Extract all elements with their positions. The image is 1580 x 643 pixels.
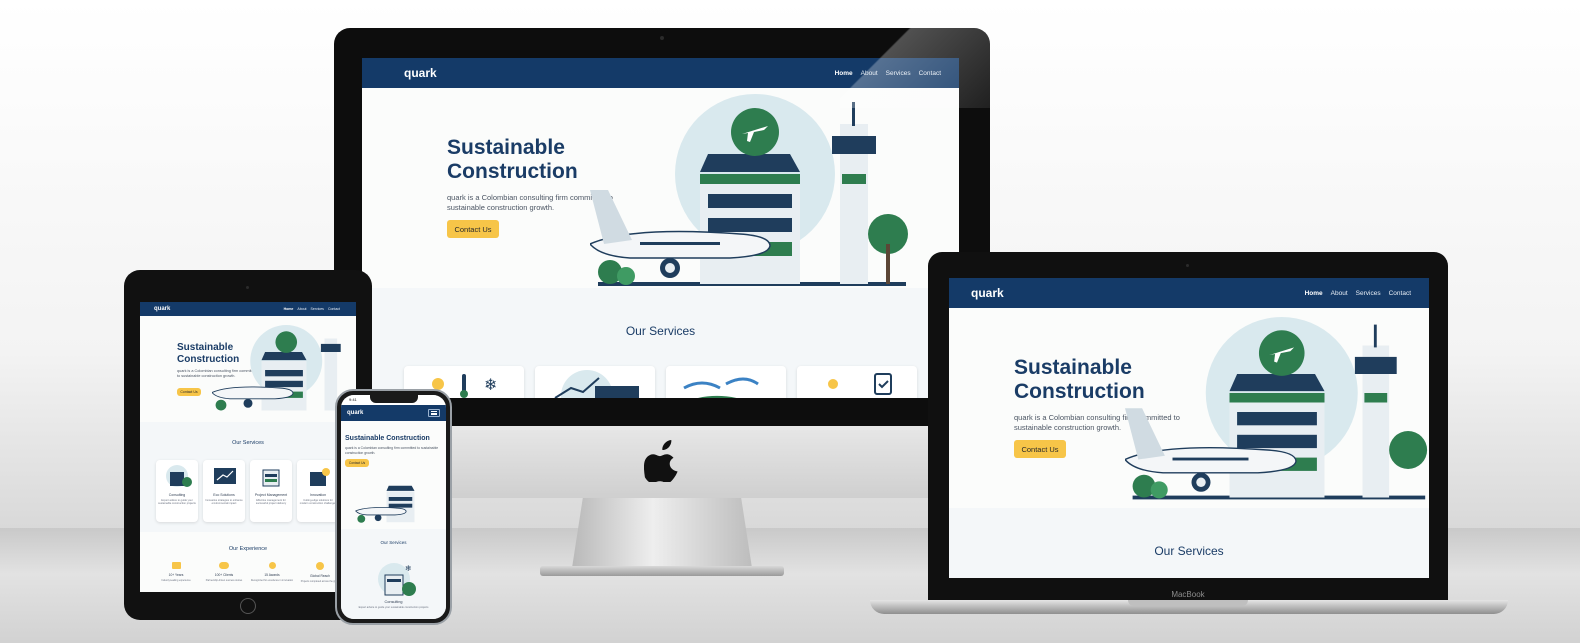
innovation-building-icon	[310, 468, 330, 486]
nav-services[interactable]: Services	[311, 307, 324, 311]
services-title: Our Services	[232, 440, 264, 446]
site-logo[interactable]: quark	[971, 286, 1004, 300]
tablet-home-button	[240, 598, 256, 614]
hero-airport-illustration	[1125, 317, 1428, 500]
eco-building-icon: ❄	[378, 563, 416, 596]
site-logo[interactable]: quark	[347, 410, 363, 416]
imac-stand	[572, 498, 752, 568]
services-title: Our Services	[625, 324, 696, 338]
website-tablet: quark Home About Services Contact Sustai…	[140, 302, 356, 592]
experience-title: Our Experience	[228, 546, 268, 552]
service-card[interactable]: Eco Solutions Innovative strategies to e…	[203, 460, 245, 522]
building-icon	[262, 469, 280, 487]
nav-about[interactable]: About	[861, 70, 878, 77]
hero-airport-illustration	[355, 485, 415, 523]
services-title: Our Services	[1154, 544, 1224, 558]
phone-screen: 9:41 quark Sustainable Construction quar…	[341, 395, 446, 619]
nav-services[interactable]: Services	[886, 70, 911, 77]
stat-years: 10+ Years Industry-leading experience	[154, 562, 198, 583]
nav-about[interactable]: About	[1331, 290, 1348, 297]
briefcase-icon	[171, 562, 181, 569]
nav-contact[interactable]: Contact	[1389, 290, 1411, 297]
services-section	[949, 508, 1429, 578]
services-title: Our Services	[380, 540, 407, 545]
website-laptop: quark Home About Services Contact Sustai…	[949, 278, 1429, 578]
tablet-camera	[246, 286, 249, 289]
eco-building-icon	[166, 465, 192, 487]
nav-home[interactable]: Home	[284, 307, 294, 311]
laptop-brand-label: MacBook	[1171, 590, 1205, 599]
hero-title: Sustainable Construction	[447, 136, 578, 184]
navbar: quark Home About Services Contact	[140, 302, 356, 316]
stat-clients: 100+ Clients Partnership-driven success …	[202, 562, 246, 583]
experience-stats: 10+ Years Industry-leading experience 10…	[154, 562, 342, 583]
nav-contact[interactable]: Contact	[328, 307, 340, 311]
apple-logo-icon	[644, 440, 678, 482]
imac-stand-base	[540, 566, 784, 576]
service-card[interactable]: Project Management Effective management …	[250, 460, 292, 522]
stat-awards: 15 Awards Recognized for excellence in i…	[250, 562, 294, 583]
lightbulb-checklist-icon	[828, 373, 892, 395]
laptop-screen: quark Home About Services Contact Sustai…	[949, 278, 1429, 578]
website-mobile: 9:41 quark Sustainable Construction quar…	[341, 395, 446, 619]
service-card-eco-solutions[interactable]	[535, 366, 655, 398]
svg-text:❄: ❄	[405, 564, 412, 573]
users-icon	[219, 562, 229, 569]
globe-icon	[316, 562, 324, 570]
laptop-camera	[1186, 264, 1189, 267]
flow-arrows-icon	[683, 377, 759, 398]
nav-home[interactable]: Home	[835, 70, 853, 77]
contact-us-button[interactable]: Contact Us	[1014, 440, 1066, 458]
service-card-project-management[interactable]	[666, 366, 786, 398]
nav-home[interactable]: Home	[1305, 290, 1323, 297]
navbar: quark Home About Services Contact	[949, 278, 1429, 308]
website-desktop: quark Home About Services Contact Sustai…	[362, 58, 959, 398]
service-card[interactable]: Innovation Cutting-edge solutions for mo…	[297, 460, 339, 522]
hero-airport-illustration	[590, 94, 908, 286]
phone-notch	[370, 395, 418, 403]
nav-about[interactable]: About	[297, 307, 306, 311]
imac-screen: quark Home About Services Contact Sustai…	[362, 58, 959, 398]
site-logo[interactable]: quark	[154, 306, 170, 312]
navbar: quark Home About Services Contact	[362, 58, 959, 88]
imac-camera	[660, 36, 664, 40]
service-title: Consulting	[384, 600, 403, 604]
award-icon	[268, 562, 276, 569]
service-card[interactable]: Consulting Expert advice to guide your s…	[156, 460, 198, 522]
laptop-notch	[1128, 600, 1248, 606]
service-card-innovation[interactable]	[797, 366, 917, 398]
tablet-screen: quark Home About Services Contact Sustai…	[140, 302, 356, 592]
site-logo[interactable]: quark	[404, 66, 437, 80]
growth-chart-icon	[554, 370, 639, 398]
svg-text:❄: ❄	[484, 375, 497, 394]
contact-us-button[interactable]: Contact Us	[345, 459, 369, 467]
navbar: quark	[341, 405, 446, 421]
contact-us-button[interactable]: Contact Us	[447, 220, 499, 238]
status-time: 9:41	[349, 397, 357, 402]
nav-services[interactable]: Services	[1356, 290, 1381, 297]
service-desc: Expert advice to guide your sustainable …	[358, 606, 429, 609]
hamburger-menu-icon[interactable]	[428, 409, 440, 417]
hero-title: Sustainable Construction	[345, 435, 430, 442]
contact-us-button[interactable]: Contact Us	[177, 388, 201, 396]
hero-subtitle: quark is a Colombian consulting firm com…	[345, 446, 439, 455]
nav-contact[interactable]: Contact	[919, 70, 941, 77]
chart-board-icon	[214, 468, 236, 484]
